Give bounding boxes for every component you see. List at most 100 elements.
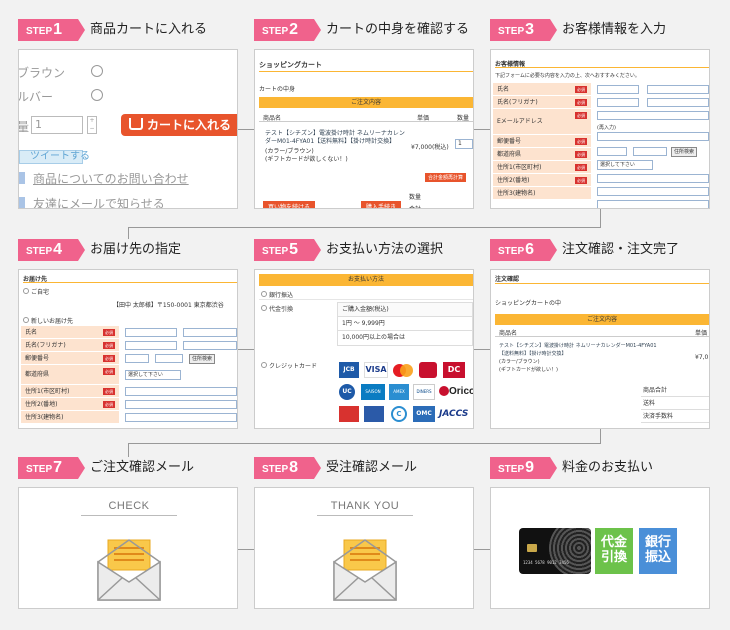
name-input bbox=[125, 328, 177, 337]
zip-search-button: 住所検索 bbox=[671, 147, 698, 157]
dc-logo-icon: DC bbox=[443, 362, 465, 378]
payment-bar: お支払い方法 bbox=[259, 274, 473, 286]
jaccs-logo-icon: JACCS bbox=[439, 409, 469, 419]
cart-subheading: カートの中身 bbox=[259, 86, 296, 93]
field-label: 郵便番号 必須 bbox=[493, 135, 591, 148]
radio-credit bbox=[261, 362, 267, 368]
field-label: 住所3(建物名) bbox=[21, 411, 119, 424]
field-label: 都道府県 必須 bbox=[21, 365, 119, 385]
heading-rule bbox=[495, 283, 709, 284]
color-option-brown: ブラウン bbox=[18, 66, 66, 80]
tell-friend-link: 友達にメールで知らせる bbox=[33, 197, 165, 209]
card-chip bbox=[527, 544, 537, 552]
field-label: 住所3(建物名) bbox=[493, 187, 591, 200]
connector bbox=[128, 443, 601, 444]
home-address: 【田中 太郎様】〒150-0001 東京都渋谷 bbox=[113, 302, 224, 309]
address2-input bbox=[125, 400, 237, 409]
form-table: 氏名 必須 氏名(フリガナ) 必須 Eメールアドレス 必須 郵便番号 必須 都道府県 必須… bbox=[493, 83, 591, 200]
card-swoosh bbox=[549, 528, 591, 574]
step-title: 商品カートに入れる bbox=[90, 22, 208, 37]
kana-input-2 bbox=[183, 341, 237, 350]
field-label: 氏名(フリガナ) 必須 bbox=[21, 339, 119, 352]
radio-silver bbox=[91, 89, 103, 101]
address3-input bbox=[125, 413, 237, 422]
checkout-button: 購入手続き bbox=[361, 201, 402, 208]
order-bar: ご注文内容 bbox=[259, 97, 473, 108]
item-line: 【送料無料】【掛け時計交換】 bbox=[499, 351, 567, 357]
add-to-cart-button: カートに入れる bbox=[121, 114, 237, 136]
form-table: 氏名 必須 氏名(フリガナ) 必須 郵便番号 必須 都道府県 必須 住所1(市区町村) 必… bbox=[21, 326, 119, 424]
radio-brown bbox=[91, 65, 103, 77]
step-2-screenshot: ショッピングカート カートの中身 ご注文内容 商品名 単価 数量 テスト【シチズ… bbox=[254, 49, 474, 209]
amex-logo-icon: AMEX bbox=[389, 384, 409, 400]
saison-logo-icon: SAISON bbox=[361, 384, 385, 400]
quantity-input: 1 bbox=[31, 116, 83, 134]
field-label: 郵便番号 必須 bbox=[21, 352, 119, 365]
payment-row-bank: 銀行振込 bbox=[259, 288, 473, 300]
step-1-screenshot: ブラウン ルバー 量 1 + − カートに入れる ツイートする 商品についてのお問… bbox=[18, 49, 238, 209]
envelope-icon bbox=[97, 539, 161, 601]
cod-payment-icon: 代金 引換 bbox=[595, 528, 633, 574]
heading-rule bbox=[23, 282, 237, 283]
color-option-silver: ルバー bbox=[18, 90, 54, 104]
card-logo-icon bbox=[419, 362, 437, 378]
item-line: テスト【シチズン】電波掛け時計 ネムリーナカレンダーM01-4FYA01 bbox=[499, 343, 657, 349]
step-badge: STEP7 bbox=[18, 457, 85, 479]
card-number: 1234 5678 9012 3456 bbox=[523, 560, 569, 565]
step-badge: STEP5 bbox=[254, 239, 321, 261]
zip-input-2 bbox=[155, 354, 183, 363]
step-title: 受注確認メール bbox=[326, 460, 418, 475]
visa-logo-icon: VISA bbox=[364, 362, 388, 378]
item-price: ¥7,0 bbox=[695, 354, 709, 361]
cod-label: 代金引換 bbox=[269, 306, 294, 313]
step-title: ご注文確認メール bbox=[90, 460, 195, 475]
step-badge: STEP1 bbox=[18, 19, 85, 41]
uc-logo-icon: UC bbox=[339, 384, 355, 400]
item-line: (カラー/ブラウン) bbox=[499, 359, 540, 365]
step-badge: STEP2 bbox=[254, 19, 321, 41]
connector bbox=[128, 443, 129, 457]
summary-table: 商品合計 送料 決済手数料 bbox=[641, 384, 709, 423]
continue-shopping-button: 買い物を続ける bbox=[263, 201, 316, 208]
step-8-mail: THANK YOU bbox=[254, 487, 474, 609]
address1-input bbox=[597, 174, 709, 183]
form-note: 下記フォームに必要な内容を入力の上、次へおすすみください。 bbox=[495, 73, 640, 79]
card-logo-icon bbox=[364, 406, 384, 422]
new-address-label: 新しいお届け先 bbox=[31, 318, 74, 325]
connector bbox=[128, 227, 129, 239]
quantity-label: 量 bbox=[18, 120, 30, 134]
home-label: ご自宅 bbox=[31, 289, 50, 296]
zip-search-button: 住所検索 bbox=[189, 354, 216, 364]
step-5-screenshot: お支払い方法 銀行振込 代金引換 ご購入金額(税込) 1円 ～ 9,999円 1… bbox=[254, 269, 474, 429]
step-7-mail: CHECK bbox=[18, 487, 238, 609]
field-label: 都道府県 必須 bbox=[493, 148, 591, 161]
card-logos: JCB VISA DC UC SAISON AMEX DINERS Orico … bbox=[339, 362, 473, 426]
field-label: 氏名 必須 bbox=[21, 326, 119, 339]
field-label: 氏名 必須 bbox=[493, 83, 591, 96]
step-4-screenshot: お届け先 ご自宅 【田中 太郎様】〒150-0001 東京都渋谷 新しいお届け先… bbox=[18, 269, 238, 429]
step-title: お支払い方法の選択 bbox=[326, 242, 444, 257]
cart-heading: ショッピングカート bbox=[259, 61, 322, 69]
zip-input bbox=[125, 354, 149, 363]
recalc-button: 合計金額再計算 bbox=[425, 173, 467, 182]
step-badge: STEP4 bbox=[18, 239, 85, 261]
table-header: 商品名 単価 bbox=[495, 328, 709, 337]
card-logo-icon bbox=[339, 406, 359, 422]
step-badge: STEP6 bbox=[490, 239, 557, 261]
connector bbox=[600, 429, 601, 443]
credit-label: クレジットカード bbox=[269, 363, 318, 370]
kana-input-2 bbox=[647, 98, 709, 107]
step-title: お届け先の指定 bbox=[90, 242, 182, 257]
friend-mail-icon bbox=[19, 197, 25, 208]
item-line: (ギフトカードが欲しくない！) bbox=[265, 156, 348, 163]
cart-icon bbox=[129, 118, 143, 130]
confirm-heading: 注文確認 bbox=[495, 276, 520, 283]
orico-logo-icon: Orico bbox=[439, 384, 473, 400]
connector bbox=[238, 349, 255, 350]
step-title: お客様情報を入力 bbox=[562, 22, 667, 37]
step-title: 注文確認・注文完了 bbox=[562, 242, 680, 257]
prefecture-select: 選択して下さい bbox=[125, 370, 181, 380]
step-title: 料金のお支払い bbox=[562, 460, 654, 475]
email-confirm-note: (再入力) bbox=[597, 125, 616, 131]
zip-input-2 bbox=[633, 147, 667, 156]
